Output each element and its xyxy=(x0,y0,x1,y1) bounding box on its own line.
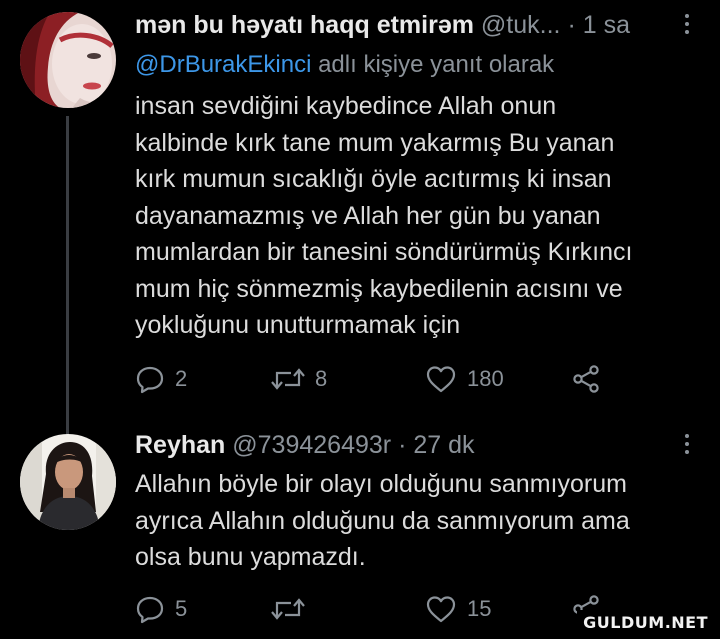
tweet-actions: 5 15 xyxy=(135,594,615,624)
reply-count: 5 xyxy=(175,596,188,621)
tweet[interactable]: Reyhan @739426493r · 27 dk Allahın böyle… xyxy=(0,420,720,639)
more-icon[interactable] xyxy=(684,434,690,454)
timestamp[interactable]: 1 sa xyxy=(583,11,630,39)
timestamp[interactable]: 27 dk xyxy=(413,431,474,459)
like-count: 15 xyxy=(467,596,492,621)
avatar[interactable] xyxy=(20,12,116,108)
like-count: 180 xyxy=(467,366,504,391)
retweet-count: 8 xyxy=(315,366,328,391)
retweet-icon xyxy=(271,368,305,390)
tweet[interactable]: mən bu həyatı haqq etmirəm @tuk... · 1 s… xyxy=(0,0,720,446)
reply-icon xyxy=(136,366,164,394)
avatar-image xyxy=(20,12,116,108)
tweet-text: insan sevdiğini kaybedince Allah onun ka… xyxy=(135,92,633,339)
mention-link[interactable]: @DrBurakEkinci xyxy=(135,51,311,78)
heart-icon xyxy=(426,366,456,393)
username[interactable]: @tuk... xyxy=(481,11,561,39)
more-icon[interactable] xyxy=(684,14,690,34)
display-name[interactable]: mən bu həyatı haqq etmirəm xyxy=(135,11,474,39)
like-button[interactable]: 180 xyxy=(425,364,504,394)
retweet-icon xyxy=(271,598,305,620)
tweet-header: mən bu həyatı haqq etmirəm @tuk... · 1 s… xyxy=(135,10,660,40)
avatar-image xyxy=(20,434,116,530)
separator: · xyxy=(567,11,576,39)
tweet-text: Allahın böyle bir olayı olduğunu sanmıyo… xyxy=(135,470,630,571)
like-button[interactable]: 15 xyxy=(425,594,491,624)
separator: · xyxy=(398,431,407,459)
username[interactable]: @739426493r xyxy=(232,431,391,459)
avatar[interactable] xyxy=(20,434,116,530)
reply-icon xyxy=(136,596,164,624)
thread-line xyxy=(66,116,69,446)
share-button[interactable] xyxy=(571,364,601,394)
display-name[interactable]: Reyhan xyxy=(135,431,225,459)
share-icon xyxy=(573,365,599,393)
heart-icon xyxy=(426,596,456,623)
reply-context: @DrBurakEkinci adlı kişiye yanıt olarak xyxy=(135,50,554,80)
retweet-button[interactable] xyxy=(271,594,315,624)
reply-context-label: adlı kişiye yanıt olarak xyxy=(311,51,555,78)
tweet-actions: 2 8 180 xyxy=(135,364,615,394)
tweet-header: Reyhan @739426493r · 27 dk xyxy=(135,430,660,460)
reply-button[interactable]: 2 xyxy=(135,364,187,394)
reply-button[interactable]: 5 xyxy=(135,594,187,624)
reply-count: 2 xyxy=(175,366,188,391)
retweet-button[interactable]: 8 xyxy=(271,364,327,394)
watermark: GULDUM.NET xyxy=(577,610,714,635)
